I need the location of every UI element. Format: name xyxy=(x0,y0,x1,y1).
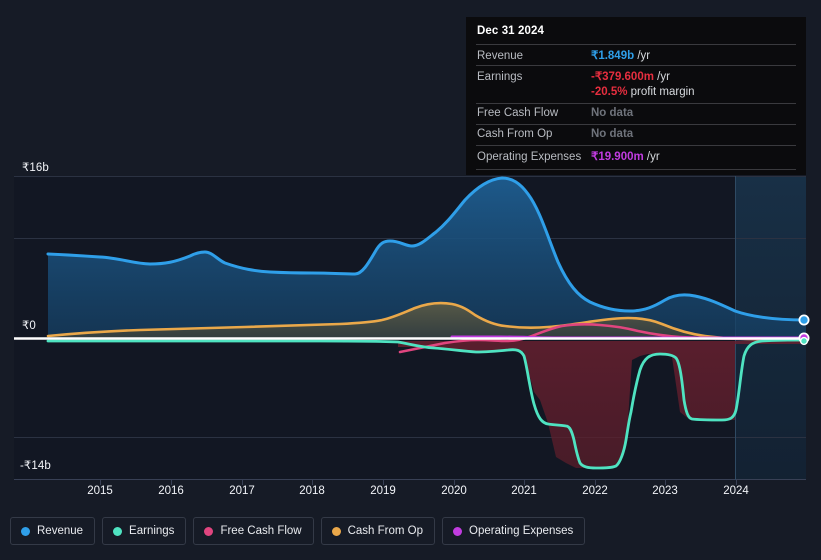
tooltip-value: No data xyxy=(591,128,633,140)
tooltip-row-free-cash-flow: Free Cash Flow No data xyxy=(476,103,796,124)
chart-legend: Revenue Earnings Free Cash Flow Cash Fro… xyxy=(10,517,586,545)
tooltip-key: Operating Expenses xyxy=(477,151,582,163)
tooltip-date: Dec 31 2024 xyxy=(477,25,544,37)
x-axis-label: 2016 xyxy=(158,485,184,497)
tooltip-amount: No data xyxy=(591,107,634,119)
legend-label: Revenue xyxy=(37,525,84,537)
x-axis-label: 2019 xyxy=(370,485,396,497)
tooltip-suffix: /yr xyxy=(634,50,651,62)
tooltip-key: Cash From Op xyxy=(477,128,553,140)
tooltip-suffix: profit margin xyxy=(627,86,695,98)
y-axis-label-bottom: -₹14b xyxy=(20,460,51,472)
tooltip-row-revenue: Revenue ₹1.849b /yr xyxy=(476,44,796,65)
legend-item-revenue[interactable]: Revenue xyxy=(10,517,96,545)
tooltip-amount: -20.5% xyxy=(591,86,628,98)
x-tick-marks xyxy=(100,480,737,485)
x-axis-label: 2022 xyxy=(582,485,608,497)
tooltip-amount: ₹19.900m xyxy=(591,151,644,163)
legend-color-dot-icon xyxy=(453,526,463,536)
legend-label: Operating Expenses xyxy=(469,525,574,537)
tooltip-value: -₹379.600m /yr xyxy=(591,69,670,83)
legend-label: Free Cash Flow xyxy=(220,525,302,537)
x-axis-label: 2024 xyxy=(723,485,749,497)
x-axis-label: 2015 xyxy=(87,485,113,497)
legend-color-dot-icon xyxy=(331,526,341,536)
tooltip-row-operating-expenses: Operating Expenses ₹19.900m /yr xyxy=(476,145,796,166)
tooltip-suffix: /yr xyxy=(643,151,660,163)
tooltip-key: Free Cash Flow xyxy=(477,107,559,119)
legend-label: Earnings xyxy=(129,525,175,537)
revenue-endpoint-marker xyxy=(798,314,810,326)
y-axis-label-zero: ₹0 xyxy=(22,320,36,332)
legend-color-dot-icon xyxy=(113,526,123,536)
earnings-and-revenue-chart: ₹16b ₹0 -₹14b 2015 2016 2017 2018 2019 2… xyxy=(0,0,821,560)
y-axis-label-top: ₹16b xyxy=(22,162,49,174)
x-axis-label: 2018 xyxy=(299,485,325,497)
tooltip-value: -20.5% profit margin xyxy=(591,86,695,98)
earnings-endpoint-marker xyxy=(799,336,809,346)
legend-item-free-cash-flow[interactable]: Free Cash Flow xyxy=(193,517,314,545)
tooltip-bottom-divider xyxy=(476,169,796,170)
tooltip-amount: ₹1.849b xyxy=(591,50,635,62)
legend-color-dot-icon xyxy=(204,526,214,536)
legend-color-dot-icon xyxy=(21,526,30,536)
tooltip-value: ₹19.900m /yr xyxy=(591,149,660,163)
legend-item-earnings[interactable]: Earnings xyxy=(102,517,187,545)
legend-item-cash-from-op[interactable]: Cash From Op xyxy=(320,517,436,545)
chart-tooltip: Dec 31 2024 Revenue ₹1.849b /yr Earnings… xyxy=(466,17,806,175)
legend-item-operating-expenses[interactable]: Operating Expenses xyxy=(442,517,586,545)
x-axis-label: 2021 xyxy=(511,485,537,497)
tooltip-suffix: /yr xyxy=(653,71,670,83)
tooltip-value: ₹1.849b /yr xyxy=(591,48,650,62)
x-axis-label: 2023 xyxy=(652,485,678,497)
tooltip-amount: -₹379.600m xyxy=(591,71,654,83)
tooltip-value: No data xyxy=(591,107,633,119)
tooltip-row-profit-margin: -20.5% profit margin xyxy=(476,86,796,103)
tooltip-key: Earnings xyxy=(477,71,523,83)
x-axis-label: 2017 xyxy=(229,485,255,497)
tooltip-row-earnings: Earnings -₹379.600m /yr xyxy=(476,65,796,86)
tooltip-row-cash-from-op: Cash From Op No data xyxy=(476,124,796,145)
tooltip-amount: No data xyxy=(591,128,634,140)
x-axis-label: 2020 xyxy=(441,485,467,497)
tooltip-key: Revenue xyxy=(477,50,524,62)
legend-label: Cash From Op xyxy=(347,525,424,537)
